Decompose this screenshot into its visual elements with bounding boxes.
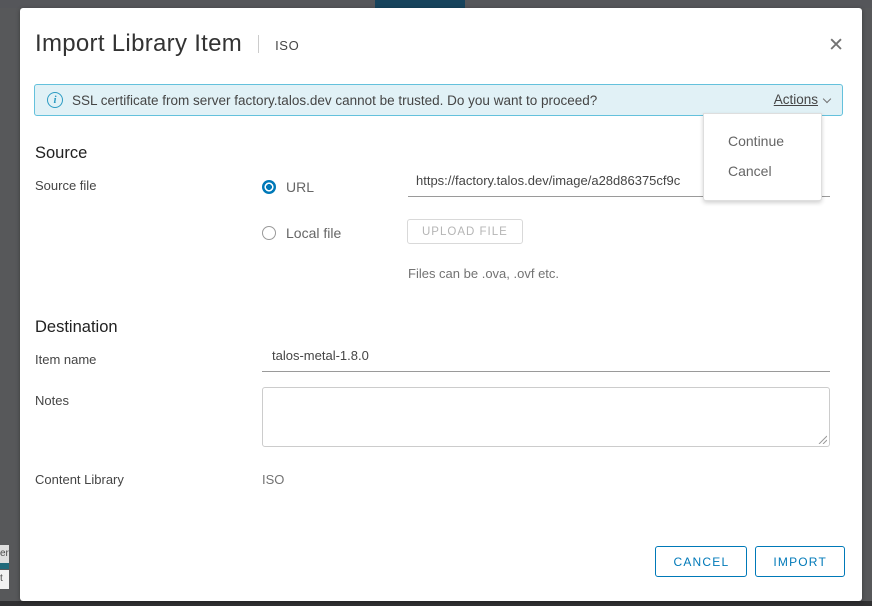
cancel-button[interactable]: CANCEL — [655, 546, 747, 577]
url-radio-option[interactable]: URL — [262, 179, 314, 195]
notes-textarea[interactable] — [262, 387, 830, 447]
import-button[interactable]: IMPORT — [755, 546, 845, 577]
item-name-input[interactable] — [262, 344, 830, 372]
info-icon: i — [47, 92, 63, 108]
content-library-value: ISO — [262, 472, 284, 487]
radio-unchecked-icon[interactable] — [262, 226, 276, 240]
background-fragment: er — [0, 545, 9, 563]
local-file-radio-label: Local file — [286, 225, 341, 241]
file-types-hint: Files can be .ova, .ovf etc. — [408, 266, 559, 281]
notes-field-container — [262, 387, 830, 447]
dialog-subtitle: ISO — [258, 35, 299, 53]
dialog-title: Import Library Item — [35, 30, 242, 58]
background-fragment: t — [0, 570, 9, 589]
url-radio-label: URL — [286, 179, 314, 195]
ssl-warning-text: SSL certificate from server factory.talo… — [72, 93, 774, 108]
dimmed-bottom-band — [0, 601, 872, 606]
notes-label: Notes — [35, 393, 69, 408]
dialog-footer: CANCEL IMPORT — [655, 546, 845, 577]
upload-file-button[interactable]: UPLOAD FILE — [407, 219, 523, 244]
local-file-radio-option[interactable]: Local file — [262, 225, 341, 241]
source-file-label: Source file — [35, 178, 96, 193]
dialog-header: Import Library Item ISO — [35, 30, 299, 58]
actions-link[interactable]: Actions — [774, 92, 818, 107]
import-library-item-dialog: Import Library Item ISO ✕ i SSL certific… — [20, 8, 862, 601]
actions-dropdown-trigger[interactable]: Actions — [774, 91, 830, 109]
destination-section-heading: Destination — [35, 318, 118, 337]
chevron-down-icon — [823, 95, 831, 103]
ssl-warning-banner: i SSL certificate from server factory.ta… — [34, 84, 843, 116]
dimmed-nav-accent — [375, 0, 465, 8]
close-icon[interactable]: ✕ — [828, 36, 844, 55]
background-fragment-accent — [0, 563, 9, 569]
item-name-label: Item name — [35, 352, 96, 367]
menu-item-continue[interactable]: Continue — [704, 126, 821, 156]
menu-item-cancel[interactable]: Cancel — [704, 156, 821, 186]
radio-checked-icon[interactable] — [262, 180, 276, 194]
content-library-label: Content Library — [35, 472, 124, 487]
actions-dropdown-menu: Continue Cancel — [703, 113, 822, 201]
source-section-heading: Source — [35, 144, 87, 163]
